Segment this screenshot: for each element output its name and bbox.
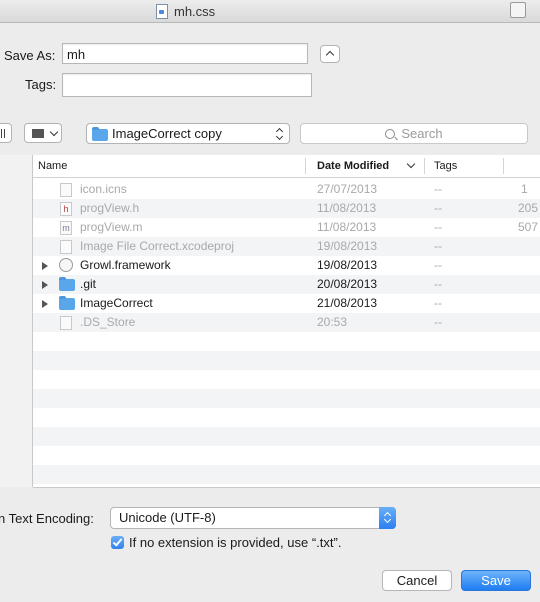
chevron-down-icon	[49, 127, 59, 137]
column-tags[interactable]: Tags	[434, 155, 457, 177]
file-browser: Name Date Modified Tags icon.icns 27/07/…	[33, 155, 540, 488]
tags-input[interactable]	[62, 73, 312, 97]
file-name: icon.icns	[80, 182, 127, 196]
icns-file-icon	[60, 183, 72, 197]
empty-row	[33, 351, 540, 370]
file-date: 20/08/2013	[317, 277, 378, 291]
file-name: ImageCorrect	[80, 296, 153, 310]
save-as-label: Save As:	[4, 48, 56, 63]
folder-icon	[59, 296, 75, 310]
search-input[interactable]: Search	[300, 123, 528, 144]
file-date: 11/08/2013	[317, 220, 377, 234]
file-tags: --	[434, 239, 442, 253]
empty-row	[33, 332, 540, 351]
file-size: 507	[518, 220, 539, 234]
fullscreen-icon[interactable]	[510, 2, 526, 18]
file-date: 11/08/2013	[317, 201, 377, 215]
file-tags: --	[434, 296, 442, 310]
file-tags: --	[434, 182, 442, 196]
search-icon	[385, 128, 396, 139]
tags-label: Tags:	[25, 77, 57, 92]
file-name: Image File Correct.xcodeproj	[80, 239, 235, 253]
encoding-label: n Text Encoding:	[0, 511, 94, 526]
up-down-chevron-icon	[276, 128, 283, 140]
column-separator[interactable]	[305, 158, 306, 174]
file-name: progView.m	[80, 220, 143, 234]
file-date: 27/07/2013	[317, 182, 378, 196]
arrange-button[interactable]	[24, 123, 62, 143]
cancel-button[interactable]: Cancel	[382, 570, 452, 591]
txt-extension-label[interactable]: If no extension is provided, use “.txt”.	[129, 535, 341, 550]
empty-row	[33, 465, 540, 484]
save-as-input[interactable]: mh	[62, 43, 308, 64]
window-title-text: mh.css	[174, 3, 216, 19]
title-bar: mh.css	[0, 0, 540, 23]
header-file-icon: h	[60, 202, 72, 216]
save-button[interactable]: Save	[461, 570, 531, 591]
grid-icon	[32, 129, 44, 138]
file-name: .git	[80, 277, 97, 291]
file-tags: --	[434, 315, 442, 329]
column-view-button[interactable]	[0, 123, 12, 143]
search-placeholder: Search	[401, 126, 443, 141]
file-name: .DS_Store	[80, 315, 136, 329]
empty-row	[33, 389, 540, 408]
column-separator[interactable]	[503, 158, 504, 174]
file-name: progView.h	[80, 201, 140, 215]
objc-file-icon: m	[60, 221, 72, 235]
column-header: Name Date Modified Tags	[33, 155, 540, 178]
encoding-select[interactable]: Unicode (UTF-8)	[110, 507, 396, 529]
file-row: icon.icns 27/07/2013 -- 1	[33, 180, 540, 199]
sidebar	[0, 155, 33, 487]
disclosure-triangle-icon[interactable]	[42, 300, 48, 308]
file-tags: --	[434, 220, 442, 234]
file-row[interactable]: .git 20/08/2013 --	[33, 275, 540, 294]
sort-descending-icon	[406, 159, 416, 169]
css-document-icon	[156, 3, 168, 19]
file-tags: --	[434, 201, 442, 215]
empty-row	[33, 370, 540, 389]
file-size: 205	[518, 201, 539, 215]
file-row: Image File Correct.xcodeproj 19/08/2013 …	[33, 237, 540, 256]
window-title: mh.css	[156, 3, 215, 19]
location-folder-name: ImageCorrect copy	[112, 126, 222, 141]
encoding-value: Unicode (UTF-8)	[119, 510, 216, 525]
file-date: 21/08/2013	[317, 296, 378, 310]
disclosure-triangle-icon[interactable]	[42, 281, 48, 289]
file-tags: --	[434, 258, 442, 272]
framework-bundle-icon	[59, 258, 73, 272]
file-row: m progView.m 11/08/2013 -- 507	[33, 218, 540, 237]
file-date: 19/08/2013	[317, 239, 378, 253]
file-row[interactable]: Growl.framework 19/08/2013 --	[33, 256, 540, 275]
file-row[interactable]: ImageCorrect 21/08/2013 --	[33, 294, 540, 313]
column-name[interactable]: Name	[38, 155, 67, 177]
collapse-dialog-button[interactable]	[320, 45, 340, 63]
ds-store-file-icon	[60, 316, 72, 330]
file-row: .DS_Store 20:53 --	[33, 313, 540, 332]
empty-row	[33, 408, 540, 427]
disclosure-triangle-icon[interactable]	[42, 262, 48, 270]
file-row: h progView.h 11/08/2013 -- 205	[33, 199, 540, 218]
column-date-modified[interactable]: Date Modified	[317, 155, 389, 177]
txt-extension-checkbox[interactable]	[111, 536, 124, 549]
file-date: 19/08/2013	[317, 258, 378, 272]
empty-row	[33, 427, 540, 446]
file-tags: --	[434, 277, 442, 291]
column-separator[interactable]	[424, 158, 425, 174]
select-arrows-icon	[379, 507, 396, 529]
folder-icon	[59, 277, 75, 291]
empty-row	[33, 446, 540, 465]
file-date: 20:53	[317, 315, 348, 329]
file-size: 1	[521, 182, 528, 196]
file-name: Growl.framework	[80, 258, 171, 272]
xcodeproj-file-icon	[60, 240, 72, 254]
folder-icon	[92, 127, 108, 141]
location-popup[interactable]: ImageCorrect copy	[86, 123, 290, 144]
